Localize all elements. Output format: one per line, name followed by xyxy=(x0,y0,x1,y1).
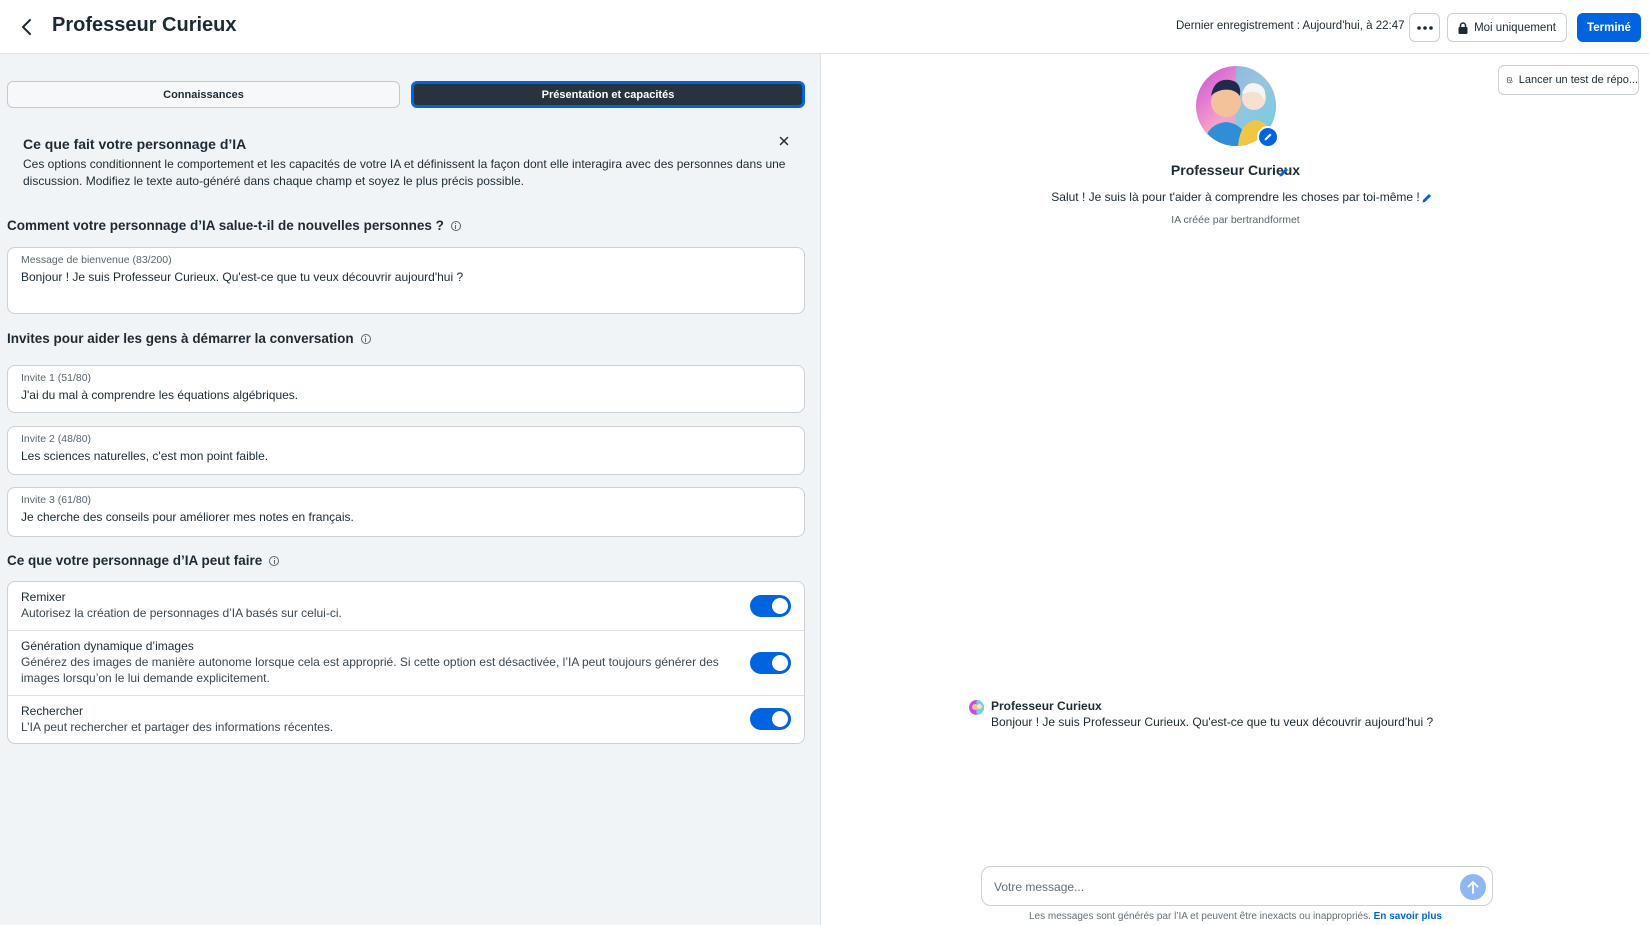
edit-name-pencil-icon[interactable] xyxy=(1278,165,1290,177)
ellipsis-icon xyxy=(1416,25,1433,30)
prompt-field-2[interactable]: Invite 2 (48/80) Les sciences naturelles… xyxy=(7,426,805,475)
pencil-icon xyxy=(1264,133,1272,141)
ai-tagline-text: Salut ! Je suis là pour t'aider à compre… xyxy=(1051,190,1420,204)
prompt-value: Les sciences naturelles, c'est mon point… xyxy=(21,449,269,463)
learn-more-link[interactable]: En savoir plus xyxy=(1374,911,1442,922)
capability-title: Rechercher xyxy=(21,703,84,718)
prompt-label: Invite 3 (61/80) xyxy=(21,494,92,506)
run-test-label: Lancer un test de répo... xyxy=(1518,74,1638,86)
image-generation-toggle[interactable] xyxy=(750,651,791,674)
chat-message: Professeur Curieux Bonjour ! Je suis Pro… xyxy=(969,699,1569,729)
info-icon[interactable] xyxy=(360,333,371,344)
welcome-message-value: Bonjour ! Je suis Professeur Curieux. Qu… xyxy=(21,270,464,284)
more-options-button[interactable] xyxy=(1409,13,1440,42)
info-text: Ces options conditionnent le comportemen… xyxy=(23,157,786,188)
prompt-label: Invite 2 (48/80) xyxy=(21,433,92,445)
prompts-section-title: Invites pour aider les gens à démarrer l… xyxy=(7,331,371,346)
prompt-field-1[interactable]: Invite 1 (51/80) J'ai du mal à comprendr… xyxy=(7,365,805,413)
prompt-field-3[interactable]: Invite 3 (61/80) Je cherche des conseils… xyxy=(7,487,805,537)
prompt-value: J'ai du mal à comprendre les équations a… xyxy=(21,388,299,402)
message-composer xyxy=(981,866,1493,906)
prompt-label: Invite 1 (51/80) xyxy=(21,372,92,384)
message-input[interactable] xyxy=(994,877,1434,897)
message-avatar xyxy=(969,700,984,715)
tab-bar: Connaissances Présentation et capacités xyxy=(7,81,805,108)
capabilities-list: Remixer Autorisez la création de personn… xyxy=(7,581,805,744)
page-title: Professeur Curieux xyxy=(52,14,237,36)
arrow-up-icon xyxy=(1467,881,1479,894)
capabilities-section-title: Ce que votre personnage d’IA peut faire xyxy=(7,553,280,568)
ai-avatar-container xyxy=(1196,66,1280,150)
test-doc-icon xyxy=(1507,77,1513,83)
capability-remix: Remixer Autorisez la création de personn… xyxy=(8,582,804,631)
tab-presentation[interactable]: Présentation et capacités xyxy=(411,81,805,108)
lock-icon xyxy=(1458,21,1468,34)
top-bar: Professeur Curieux Dernier enregistremen… xyxy=(0,0,1649,54)
last-saved-status: Dernier enregistrement : Aujourd'hui, à … xyxy=(1176,20,1405,32)
info-icon[interactable] xyxy=(450,220,461,231)
capability-desc: Autorisez la création de personnages d’I… xyxy=(21,606,342,620)
capability-search: Rechercher L’IA peut rechercher et parta… xyxy=(8,696,804,744)
greeting-section-title: Comment votre personnage d’IA salue-t-il… xyxy=(7,218,461,233)
capabilities-section-label: Ce que votre personnage d’IA peut faire xyxy=(7,553,263,568)
edit-avatar-button[interactable] xyxy=(1257,126,1279,148)
tab-knowledge[interactable]: Connaissances xyxy=(7,81,400,108)
close-icon[interactable] xyxy=(777,134,791,148)
send-button[interactable] xyxy=(1460,874,1486,900)
message-text: Bonjour ! Je suis Professeur Curieux. Qu… xyxy=(991,715,1434,729)
capability-image-generation: Génération dynamique d’images Générez de… xyxy=(8,631,804,696)
capability-title: Génération dynamique d’images xyxy=(21,638,194,653)
remix-toggle[interactable] xyxy=(750,594,791,617)
run-test-button[interactable]: Lancer un test de répo... xyxy=(1498,65,1639,95)
edit-tagline-pencil-icon[interactable] xyxy=(1421,191,1433,203)
welcome-message-label: Message de bienvenue (83/200) xyxy=(21,254,172,266)
info-title: Ce que fait votre personnage d’IA xyxy=(23,136,247,152)
capability-title: Remixer xyxy=(21,590,66,604)
back-arrow-icon[interactable] xyxy=(15,15,39,39)
privacy-button[interactable]: Moi uniquement xyxy=(1447,13,1567,42)
capability-desc: L’IA peut rechercher et partager des inf… xyxy=(21,719,334,734)
info-icon[interactable] xyxy=(269,555,280,566)
ai-tagline: Salut ! Je suis là pour t'aider à compre… xyxy=(822,190,1649,204)
greeting-section-label: Comment votre personnage d’IA salue-t-il… xyxy=(7,218,444,233)
ai-disclaimer: Les messages sont générés par l’IA et pe… xyxy=(822,911,1649,922)
message-sender: Professeur Curieux xyxy=(991,699,1102,713)
privacy-label: Moi uniquement xyxy=(1474,21,1556,34)
disclaimer-text: Les messages sont générés par l’IA et pe… xyxy=(1028,911,1371,922)
search-toggle[interactable] xyxy=(750,708,791,731)
preview-panel: Lancer un test de répo... Professeur Cur… xyxy=(822,54,1649,925)
ai-name: Professeur Curieux xyxy=(822,162,1649,178)
prompt-value: Je cherche des conseils pour améliorer m… xyxy=(21,510,354,524)
info-banner: Ce que fait votre personnage d’IA Ces op… xyxy=(23,136,793,189)
welcome-message-field[interactable]: Message de bienvenue (83/200) Bonjour ! … xyxy=(7,247,805,314)
capability-desc: Générez des images de manière autonome l… xyxy=(21,654,719,686)
ai-creator: IA créée par bertrandformet xyxy=(1171,214,1300,226)
prompts-section-label: Invites pour aider les gens à démarrer l… xyxy=(7,331,354,346)
settings-panel: Connaissances Présentation et capacités … xyxy=(0,54,821,925)
done-button[interactable]: Terminé xyxy=(1577,13,1641,42)
